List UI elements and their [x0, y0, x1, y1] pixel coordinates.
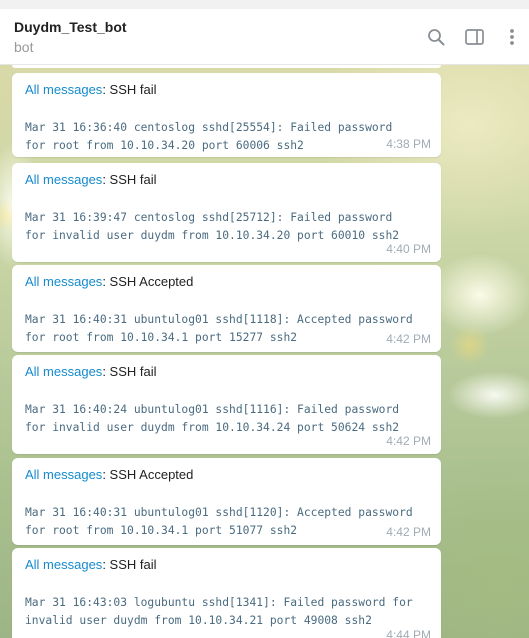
hashtag-link[interactable]: All messages: [25, 274, 102, 289]
hashtag-link[interactable]: All messages: [25, 557, 102, 572]
message-subject: SSH fail: [109, 364, 157, 379]
message-bubble[interactable]: All messages: SSH fail Mar 31 16:39:47 c…: [12, 163, 441, 262]
message-log-text: Mar 31 16:39:47 centoslog sshd[25712]: F…: [25, 211, 400, 242]
message-header: All messages: SSH fail: [25, 172, 157, 187]
chat-history[interactable]: All messages: SSH fail Mar 31 16:36:40 c…: [0, 65, 529, 638]
message-log-text: Mar 31 16:43:03 logubuntu sshd[1341]: Fa…: [25, 596, 413, 627]
message-header: All messages: SSH Accepted: [25, 274, 194, 289]
sidebar-toggle-icon[interactable]: [462, 25, 486, 49]
message-bubble[interactable]: All messages: SSH fail Mar 31 16:40:24 u…: [12, 355, 441, 454]
message-bubble[interactable]: All messages: SSH fail Mar 31 16:43:03 l…: [12, 548, 441, 638]
hashtag-link[interactable]: All messages: [25, 172, 102, 187]
message-header: All messages: SSH Accepted: [25, 467, 194, 482]
message-time: 4:42 PM: [386, 332, 431, 346]
message-time: 4:44 PM: [386, 628, 431, 638]
chat-title[interactable]: Duydm_Test_bot: [14, 19, 127, 35]
hashtag-link[interactable]: All messages: [25, 364, 102, 379]
message-time: 4:42 PM: [386, 434, 431, 448]
chat-subtitle: bot: [14, 39, 34, 55]
chat-header: Duydm_Test_bot bot: [0, 9, 529, 65]
message-subject: SSH fail: [109, 172, 157, 187]
message-bubble[interactable]: All messages: SSH Accepted Mar 31 16:40:…: [12, 458, 441, 545]
message-time: 4:40 PM: [386, 242, 431, 256]
message-bubble[interactable]: All messages: SSH Accepted Mar 31 16:40:…: [12, 265, 441, 352]
message-time: 4:42 PM: [386, 525, 431, 539]
window-top-strip: [0, 0, 529, 9]
message-log-text: Mar 31 16:40:31 ubuntulog01 sshd[1120]: …: [25, 506, 413, 537]
message-subject: SSH Accepted: [109, 274, 194, 289]
message-subject: SSH fail: [109, 82, 157, 97]
message-log-text: Mar 31 16:40:31 ubuntulog01 sshd[1118]: …: [25, 313, 413, 344]
message-bubble[interactable]: All messages: SSH fail Mar 31 16:36:40 c…: [12, 73, 441, 157]
hashtag-link[interactable]: All messages: [25, 467, 102, 482]
message-header: All messages: SSH fail: [25, 82, 157, 97]
search-icon[interactable]: [424, 25, 448, 49]
message-subject: SSH Accepted: [109, 467, 194, 482]
more-vertical-icon[interactable]: [500, 25, 524, 49]
message-header: All messages: SSH fail: [25, 364, 157, 379]
hashtag-link[interactable]: All messages: [25, 82, 102, 97]
message-subject: SSH fail: [109, 557, 157, 572]
message-time: 4:38 PM: [386, 137, 431, 151]
message-header: All messages: SSH fail: [25, 557, 157, 572]
message-log-text: Mar 31 16:36:40 centoslog sshd[25554]: F…: [25, 121, 393, 152]
message-log-text: Mar 31 16:40:24 ubuntulog01 sshd[1116]: …: [25, 403, 400, 434]
previous-message-edge: [12, 65, 441, 68]
